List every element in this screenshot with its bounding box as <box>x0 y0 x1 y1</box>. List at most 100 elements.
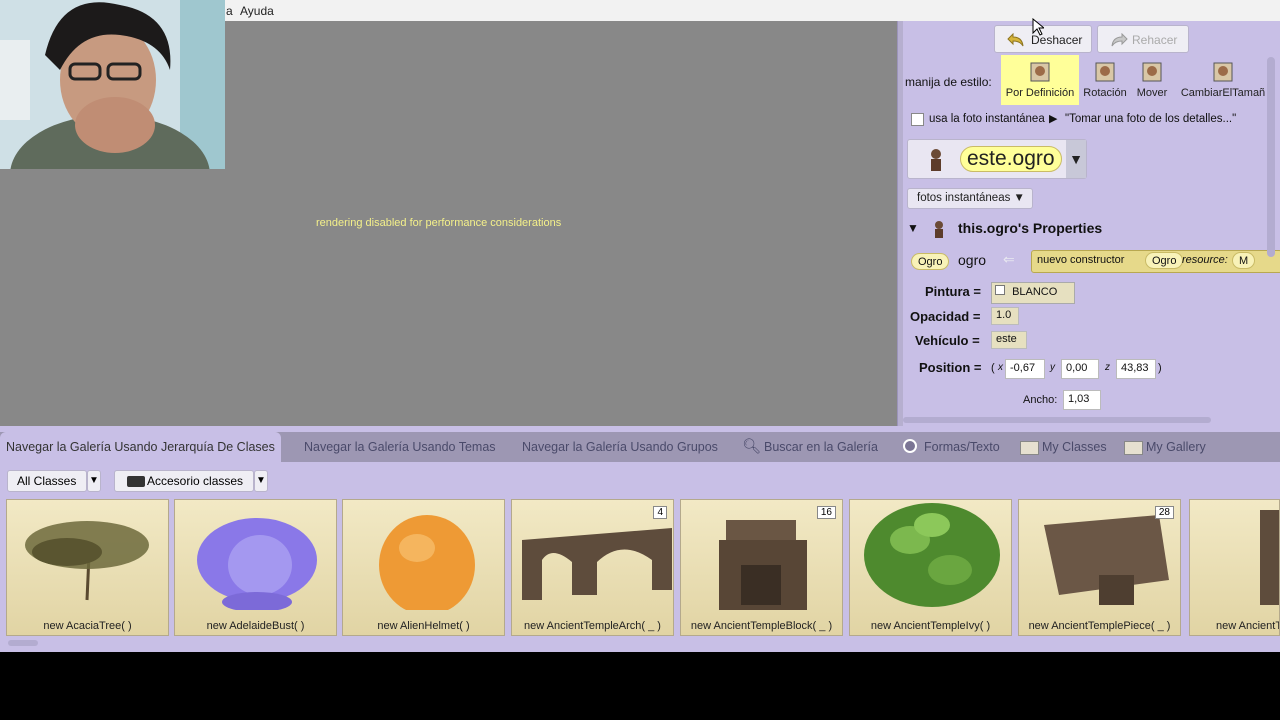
tab-class-hierarchy[interactable]: Navegar la Galería Usando Jerarquía De C… <box>0 432 281 462</box>
person-image <box>0 0 225 169</box>
gallery-tabs: Navegar la Galería Usando Jerarquía De C… <box>0 432 1280 462</box>
rotation-handle-icon <box>1095 62 1115 82</box>
instance-selector[interactable]: este.ogro ▼ <box>907 139 1087 179</box>
assign-arrow-icon: ⇐ <box>1003 251 1015 267</box>
redo-icon <box>1111 33 1128 47</box>
adelaide-bust-image <box>197 518 317 612</box>
opacity-label: Opacidad = <box>910 309 981 324</box>
pos-z-label: z <box>1105 362 1110 373</box>
gallery-tile-ancient-temple-partial[interactable]: new AncientTe <box>1189 499 1280 636</box>
handle-move[interactable]: Mover <box>1132 55 1172 105</box>
tab-my-classes[interactable]: My Classes <box>1016 432 1113 462</box>
tab-shapes-text[interactable]: Formas/Texto <box>900 432 1006 462</box>
temple-ivy-image <box>864 503 1000 607</box>
gallery-tile-ancient-temple-arch[interactable]: 4 new AncientTempleArch( _ ) <box>511 499 674 636</box>
pos-y-label: y <box>1050 362 1055 373</box>
tab-my-gallery-label: My Gallery <box>1146 440 1206 454</box>
pos-x-field[interactable]: -0,67 <box>1005 359 1045 379</box>
folder-icon <box>1020 441 1039 455</box>
resource-label: resource: <box>1182 254 1228 266</box>
gallery-tile-alien-helmet[interactable]: new AlienHelmet( ) <box>342 499 505 636</box>
ogre-small-icon <box>935 221 943 238</box>
properties-title: this.ogro's Properties <box>958 220 1103 236</box>
gallery-panel: All Classes ▼ Accesorio classes ▼ new Ac… <box>0 462 1280 652</box>
mouse-cursor-icon <box>1032 18 1044 36</box>
vehicle-value[interactable]: este <box>991 331 1027 349</box>
dropdown-arrow-icon[interactable]: ▼ <box>1066 140 1086 178</box>
class-filter-arrow-icon[interactable]: ▼ <box>87 470 101 492</box>
gallery-hscrollbar[interactable] <box>8 640 38 646</box>
tab-search-label: Buscar en la Galería <box>764 440 878 454</box>
tab-my-gallery[interactable]: My Gallery <box>1120 432 1212 462</box>
handle-rotation[interactable]: Rotación <box>1079 55 1131 105</box>
tile-caption: new AncientTempleIvy( ) <box>870 620 991 632</box>
undo-icon <box>1007 33 1024 47</box>
handle-resize[interactable]: CambiarElTamañ <box>1173 55 1273 105</box>
tile-caption: new AncientTemplePiece( _ ) <box>1028 620 1171 632</box>
handle-rotation-label: Rotación <box>1083 87 1127 99</box>
handle-resize-label: CambiarElTamañ <box>1180 87 1266 99</box>
properties-panel: Deshacer Rehacer manija de estilo: Por D… <box>903 21 1280 426</box>
category-filter-arrow-icon[interactable]: ▼ <box>254 470 268 492</box>
search-icon: 🔍︎ <box>742 438 762 455</box>
redo-button[interactable]: Rehacer <box>1097 25 1189 53</box>
class-filter-combo[interactable]: All Classes <box>7 470 87 492</box>
paint-label: Pintura = <box>925 284 981 299</box>
paint-value: BLANCO <box>1012 286 1058 298</box>
gallery-tile-adelaide-bust[interactable]: new AdelaideBust( ) <box>174 499 337 636</box>
width-label: Ancho: <box>1023 394 1058 406</box>
category-filter-combo[interactable]: Accesorio classes <box>114 470 254 492</box>
category-filter-label: Accesorio classes <box>147 474 244 488</box>
tile-caption: new AcaciaTree( ) <box>43 620 132 632</box>
temple-arch-image <box>522 528 672 600</box>
tab-shapes-label: Formas/Texto <box>924 440 1000 454</box>
resource-value: M <box>1232 252 1256 269</box>
properties-hscrollbar[interactable] <box>903 417 1211 423</box>
tile-variant-count: 16 <box>816 506 836 519</box>
handle-default[interactable]: Por Definición <box>1001 55 1079 105</box>
webcam-overlay <box>0 0 225 169</box>
pos-x-label: x <box>998 362 1003 373</box>
gallery-tile-ancient-temple-block[interactable]: 16 new AncientTempleBlock( _ ) <box>680 499 843 636</box>
opacity-value[interactable]: 1.0 <box>991 307 1019 325</box>
constructor-label: nuevo constructor <box>1037 254 1125 266</box>
acacia-tree-image <box>25 521 149 601</box>
constructor-expression[interactable]: nuevo constructor Ogro resource: M <box>1031 250 1280 273</box>
constructor-arg: Ogro <box>1145 252 1184 269</box>
move-handle-icon <box>1142 62 1162 82</box>
default-handle-icon <box>1030 62 1050 82</box>
tab-search[interactable]: 🔍︎ Buscar en la Galería <box>740 432 884 462</box>
paren-close: ) <box>1158 362 1162 374</box>
properties-vscrollbar[interactable] <box>1267 57 1275 257</box>
type-badge: Ogro <box>911 253 950 270</box>
tile-caption: new AncientTempleArch( _ ) <box>524 620 661 632</box>
gallery-tile-acacia-tree[interactable]: new AcaciaTree( ) <box>6 499 169 636</box>
handle-move-label: Mover <box>1136 87 1168 99</box>
menu-item-help[interactable]: Ayuda <box>240 4 274 18</box>
menu-item-partial[interactable]: a <box>226 4 233 18</box>
pos-z-field[interactable]: 43,83 <box>1116 359 1156 379</box>
handle-default-label: Por Definición <box>1005 87 1075 99</box>
tile-variant-count: 28 <box>1154 506 1174 519</box>
width-field[interactable]: 1,03 <box>1063 390 1101 410</box>
tile-variant-count: 4 <box>653 506 667 519</box>
paint-value-field[interactable]: BLANCO <box>991 282 1075 304</box>
shapes-icon <box>903 439 917 453</box>
gallery-tile-ancient-temple-ivy[interactable]: new AncientTempleIvy( ) <box>849 499 1012 636</box>
alien-helmet-image <box>379 515 475 615</box>
tile-caption: new AlienHelmet( ) <box>377 620 470 632</box>
tab-my-classes-label: My Classes <box>1042 440 1107 454</box>
snapshot-checkbox[interactable] <box>911 113 924 126</box>
gallery-tile-ancient-temple-piece[interactable]: 28 new AncientTemplePiece( _ ) <box>1018 499 1181 636</box>
collapse-triangle-icon[interactable]: ▼ <box>907 221 919 235</box>
snapshot-hint: "Tomar una foto de los detalles..." <box>1065 113 1237 125</box>
resize-handle-icon <box>1213 62 1233 82</box>
tab-themes[interactable]: Navegar la Galería Usando Temas <box>298 432 502 462</box>
snapshots-button[interactable]: fotos instantáneas ▼ <box>907 188 1033 209</box>
vehicle-label: Vehículo = <box>915 333 980 348</box>
pos-y-field[interactable]: 0,00 <box>1061 359 1099 379</box>
scene-message: rendering disabled for performance consi… <box>316 217 562 229</box>
snapshot-checkbox-label: usa la foto instantánea <box>929 113 1045 125</box>
tab-groups[interactable]: Navegar la Galería Usando Grupos <box>516 432 724 462</box>
color-swatch-icon <box>995 285 1005 295</box>
